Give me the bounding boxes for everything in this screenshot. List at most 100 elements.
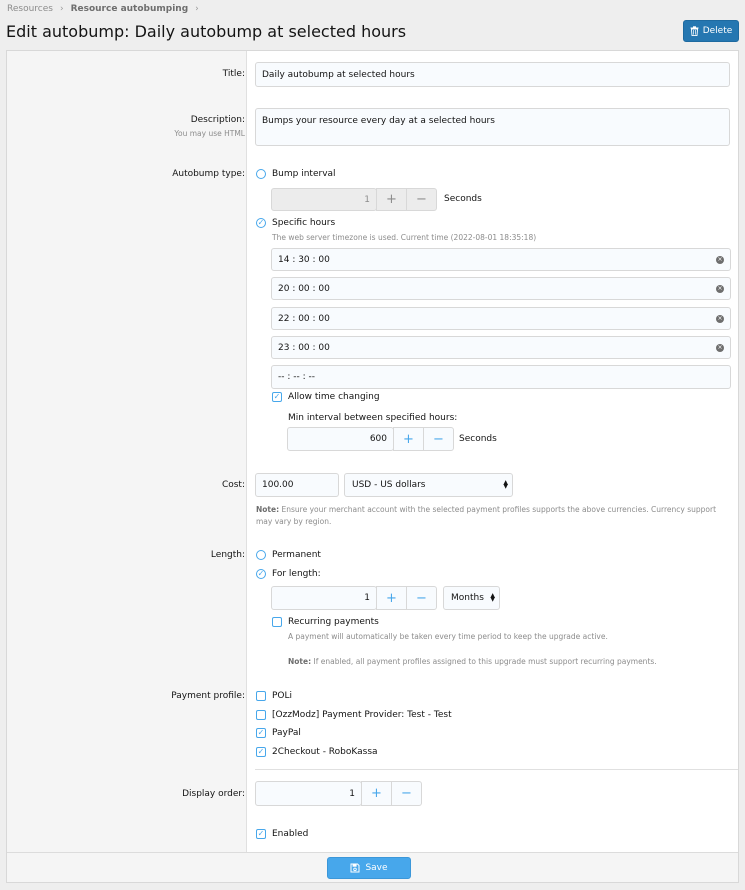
note-bold: Note: xyxy=(288,657,312,666)
min-interval-unit: Seconds xyxy=(459,434,497,444)
length-unit-value: Months xyxy=(451,593,484,603)
display-order-label: Display order: xyxy=(182,789,245,799)
save-icon xyxy=(350,863,360,873)
bump-interval-decrease-button[interactable]: − xyxy=(406,188,437,211)
note-bold: Note: xyxy=(256,505,280,514)
check-icon: ✓ xyxy=(257,747,265,756)
chevron-right-icon: › xyxy=(59,4,64,14)
description-hint: You may use HTML xyxy=(174,129,245,138)
select-arrows-icon: ▲ ▼ xyxy=(490,592,495,603)
bump-interval-option[interactable]: Bump interval xyxy=(256,169,336,179)
plus-icon: + xyxy=(403,431,414,447)
currency-select[interactable]: USD - US dollars ▲ ▼ xyxy=(344,473,513,497)
radio-off-icon[interactable] xyxy=(256,550,266,560)
page-title: Edit autobump: Daily autobump at selecte… xyxy=(6,22,407,41)
payment-profile-name: 2Checkout - RoboKassa xyxy=(272,747,378,757)
minus-icon: − xyxy=(416,192,427,207)
for-length-option[interactable]: ✓ For length: xyxy=(256,569,321,579)
display-order-input[interactable]: 1 xyxy=(255,781,362,806)
payment-profile-ozzmodz[interactable]: [OzzModz] Payment Provider: Test - Test xyxy=(256,710,452,720)
checkbox-unchecked-icon[interactable] xyxy=(256,691,266,701)
save-button[interactable]: Save xyxy=(327,857,411,879)
description-label: Description: xyxy=(190,115,245,125)
delete-label: Delete xyxy=(702,26,733,36)
permanent-text: Permanent xyxy=(272,550,321,560)
radio-off-icon[interactable] xyxy=(256,169,266,179)
checkbox-unchecked-icon[interactable] xyxy=(272,617,282,627)
hour-value: 23 : 00 : 00 xyxy=(278,342,330,353)
for-length-text: For length: xyxy=(272,569,321,579)
length-input[interactable]: 1 xyxy=(271,586,377,610)
check-icon: ✓ xyxy=(257,829,265,838)
specific-hours-option[interactable]: ✓ Specific hours xyxy=(256,218,335,228)
bump-interval-unit: Seconds xyxy=(444,194,482,204)
enabled-option[interactable]: ✓ Enabled xyxy=(256,829,308,839)
length-unit-select[interactable]: Months ▲ ▼ xyxy=(443,586,500,610)
payment-profile-label: Payment profile: xyxy=(171,691,245,701)
allow-time-changing-text: Allow time changing xyxy=(288,392,380,402)
plus-icon: + xyxy=(386,590,397,606)
display-order-decrease-button[interactable]: − xyxy=(391,781,422,806)
checkbox-unchecked-icon[interactable] xyxy=(256,710,266,720)
cost-note-line-2: may vary by region. xyxy=(256,517,332,526)
recurring-note-text: If enabled, all payment profiles assigne… xyxy=(313,657,657,666)
min-interval-decrease-button[interactable]: − xyxy=(423,427,454,451)
hour-input-4[interactable]: 23 : 00 : 00 × xyxy=(271,336,731,359)
recurring-hint: A payment will automatically be taken ev… xyxy=(288,632,608,641)
hour-input-2[interactable]: 20 : 00 : 00 × xyxy=(271,277,731,300)
cost-input[interactable]: 100.00 xyxy=(255,473,339,497)
length-decrease-button[interactable]: − xyxy=(406,586,437,610)
title-input[interactable]: Daily autobump at selected hours xyxy=(255,62,730,87)
payment-profile-2checkout[interactable]: ✓ 2Checkout - RoboKassa xyxy=(256,747,378,757)
permanent-option[interactable]: Permanent xyxy=(256,550,321,560)
hour-input-empty[interactable]: -- : -- : -- xyxy=(271,365,731,389)
cost-note-line-1: Note: Ensure your merchant account with … xyxy=(256,505,716,514)
recurring-payments-option[interactable]: Recurring payments xyxy=(272,617,379,627)
radio-on-icon[interactable]: ✓ xyxy=(256,218,266,228)
cost-note-text: Ensure your merchant account with the se… xyxy=(281,505,717,514)
radio-on-icon[interactable]: ✓ xyxy=(256,569,266,579)
delete-button[interactable]: Delete xyxy=(683,20,739,42)
payment-profile-name: PayPal xyxy=(272,728,301,738)
hour-input-1[interactable]: 14 : 30 : 00 × xyxy=(271,248,731,271)
clear-icon[interactable]: × xyxy=(716,255,724,264)
timezone-hint: The web server timezone is used. Current… xyxy=(272,233,537,242)
minus-icon: − xyxy=(433,431,444,447)
checkbox-checked-icon[interactable]: ✓ xyxy=(272,392,282,402)
autobump-type-label: Autobump type: xyxy=(172,169,245,179)
bump-interval-input[interactable]: 1 xyxy=(271,188,377,211)
payment-profile-poli[interactable]: POLi xyxy=(256,691,292,701)
checkbox-checked-icon[interactable]: ✓ xyxy=(256,829,266,839)
clear-icon[interactable]: × xyxy=(716,284,724,293)
recurring-note: Note: If enabled, all payment profiles a… xyxy=(288,657,657,666)
clear-icon[interactable]: × xyxy=(716,343,724,352)
min-interval-increase-button[interactable]: + xyxy=(393,427,424,451)
section-divider xyxy=(255,769,738,770)
breadcrumb-current[interactable]: Resource autobumping xyxy=(71,4,189,14)
description-textarea[interactable]: Bumps your resource every day at a selec… xyxy=(255,108,730,146)
plus-icon: + xyxy=(371,786,382,801)
specific-hours-text: Specific hours xyxy=(272,218,336,228)
min-interval-label: Min interval between specified hours: xyxy=(288,413,458,423)
bump-interval-increase-button[interactable]: + xyxy=(376,188,407,211)
payment-profile-paypal[interactable]: ✓ PayPal xyxy=(256,728,301,738)
form-footer: Save xyxy=(7,852,738,882)
trash-icon xyxy=(690,26,699,36)
minus-icon: − xyxy=(401,786,412,801)
hour-input-3[interactable]: 22 : 00 : 00 × xyxy=(271,307,731,330)
hour-value: 14 : 30 : 00 xyxy=(278,254,330,265)
length-increase-button[interactable]: + xyxy=(376,586,407,610)
check-icon: ✓ xyxy=(257,728,265,737)
select-arrows-icon: ▲ ▼ xyxy=(503,479,508,490)
checkbox-checked-icon[interactable]: ✓ xyxy=(256,747,266,757)
allow-time-changing-option[interactable]: ✓ Allow time changing xyxy=(272,392,380,402)
minus-icon: − xyxy=(416,590,427,606)
hour-value: 20 : 00 : 00 xyxy=(278,283,330,294)
checkbox-checked-icon[interactable]: ✓ xyxy=(256,728,266,738)
enabled-text: Enabled xyxy=(272,829,309,839)
payment-profile-name: [OzzModz] Payment Provider: Test - Test xyxy=(272,710,452,720)
clear-icon[interactable]: × xyxy=(716,314,724,323)
min-interval-input[interactable]: 600 xyxy=(287,427,394,451)
display-order-increase-button[interactable]: + xyxy=(361,781,392,806)
breadcrumb-root[interactable]: Resources xyxy=(7,4,53,14)
